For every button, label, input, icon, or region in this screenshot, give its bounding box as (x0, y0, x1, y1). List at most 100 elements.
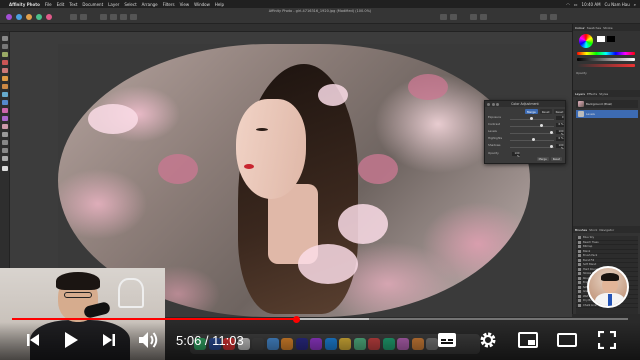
tab-effects[interactable]: Effects (587, 92, 597, 96)
reset-button[interactable]: Reset (550, 157, 562, 161)
menubar-clock[interactable]: 10:40 AM (582, 2, 601, 7)
arrange-icon[interactable] (540, 14, 547, 20)
crop-tool-icon[interactable] (2, 52, 8, 57)
row-value[interactable]: 100 % (556, 144, 564, 150)
previous-icon[interactable] (22, 328, 44, 352)
dodge-brush-icon[interactable] (2, 124, 8, 129)
quick-mask-icon[interactable] (470, 14, 477, 20)
progress-bar[interactable] (12, 315, 628, 323)
secondary-color-swatch[interactable] (607, 36, 615, 42)
auto-colors-icon[interactable] (120, 14, 127, 20)
tab-stock[interactable]: Stock (589, 228, 597, 232)
layer-row[interactable]: Background (Pixel) (576, 100, 638, 108)
slider-knob[interactable] (550, 131, 553, 134)
tab-layers[interactable]: Layers (575, 92, 585, 96)
paint-brush-icon[interactable] (2, 76, 8, 81)
merge-button[interactable]: Merge (536, 157, 549, 161)
row-value[interactable]: 100 % (556, 130, 564, 136)
row-value[interactable]: 0 % (556, 137, 564, 141)
wifi-icon[interactable]: ◠ (566, 2, 570, 7)
tone-mapping-persona-icon[interactable] (36, 14, 42, 20)
transform-icon[interactable] (550, 14, 557, 20)
slider-knob[interactable] (532, 138, 535, 141)
undo-icon[interactable] (70, 14, 77, 20)
levels-slider[interactable] (510, 131, 554, 134)
healing-brush-icon[interactable] (2, 116, 8, 121)
auto-levels-icon[interactable] (100, 14, 107, 20)
play-icon[interactable] (60, 328, 82, 352)
tab-reset-2[interactable]: Reset (553, 109, 566, 114)
exposure-slider[interactable] (510, 117, 554, 120)
row-value[interactable]: 0 (556, 116, 564, 120)
move-tool-icon[interactable] (2, 36, 8, 41)
menu-edit[interactable]: Edit (57, 2, 65, 7)
menu-file[interactable]: File (45, 2, 52, 7)
contrast-slider[interactable] (510, 124, 554, 127)
text-tool-icon[interactable] (2, 156, 8, 161)
shape-tool-icon[interactable] (2, 148, 8, 153)
menu-app-name[interactable]: Affinity Photo (9, 2, 40, 7)
clone-brush-icon[interactable] (2, 108, 8, 113)
primary-color-swatch[interactable] (597, 36, 605, 42)
dialog-titlebar[interactable]: Color Adjustment (485, 101, 565, 107)
menu-view[interactable]: View (180, 2, 190, 7)
tab-styles[interactable]: Styles (599, 92, 608, 96)
selection-icon[interactable] (480, 14, 487, 20)
menu-select[interactable]: Select (124, 2, 136, 7)
pen-tool-icon[interactable] (2, 140, 8, 145)
auto-contrast-icon[interactable] (110, 14, 117, 20)
tab-colour[interactable]: Colour (575, 26, 585, 30)
slider-knob[interactable] (540, 124, 543, 127)
menu-text[interactable]: Text (69, 2, 77, 7)
flood-fill-icon[interactable] (2, 92, 8, 97)
slider-knob[interactable] (530, 117, 533, 120)
menu-window[interactable]: Window (194, 2, 210, 7)
row-value[interactable]: 0 % (556, 123, 564, 127)
channel-avatar[interactable] (587, 266, 629, 308)
color-wheel-icon[interactable] (579, 34, 593, 48)
tab-swatches[interactable]: Swatches (587, 26, 601, 30)
layer-row-selected[interactable]: Levels (576, 110, 638, 118)
marquee-tool-icon[interactable] (2, 68, 8, 73)
selection-brush-icon[interactable] (2, 60, 8, 65)
develop-persona-icon[interactable] (26, 14, 32, 20)
hue-slider[interactable] (577, 52, 635, 55)
menu-help[interactable]: Help (215, 2, 224, 7)
theater-mode-icon[interactable] (556, 328, 578, 352)
tab-brushes[interactable]: Brushes (575, 228, 587, 232)
smudge-brush-icon[interactable] (2, 132, 8, 137)
volume-icon[interactable] (138, 328, 160, 352)
saturation-slider[interactable] (577, 58, 635, 61)
menubar-user[interactable]: Cu Nam Hau (605, 2, 630, 7)
battery-icon[interactable]: ▭ (574, 2, 578, 7)
color-well-icon[interactable] (2, 166, 8, 171)
tab-stroke[interactable]: Stroke (603, 26, 613, 30)
search-icon[interactable]: ⌕ (634, 2, 636, 7)
auto-white-balance-icon[interactable] (130, 14, 137, 20)
fullscreen-icon[interactable] (596, 328, 618, 352)
tab-merge[interactable]: Merge (525, 109, 538, 114)
gradient-tool-icon[interactable] (2, 100, 8, 105)
assistant-icon[interactable] (450, 14, 457, 20)
export-persona-icon[interactable] (46, 14, 52, 20)
tab-navigator[interactable]: Navigator (599, 228, 614, 232)
snapping-icon[interactable] (440, 14, 447, 20)
view-tool-icon[interactable] (2, 44, 8, 49)
erase-brush-icon[interactable] (2, 84, 8, 89)
menu-arrange[interactable]: Arrange (142, 2, 158, 7)
menu-document[interactable]: Document (82, 2, 103, 7)
photo-persona-icon[interactable] (6, 14, 12, 20)
menu-filters[interactable]: Filters (163, 2, 175, 7)
slider-knob[interactable] (550, 145, 553, 148)
shadows-slider[interactable] (510, 145, 554, 148)
redo-icon[interactable] (80, 14, 87, 20)
liquify-persona-icon[interactable] (16, 14, 22, 20)
value-slider[interactable] (577, 64, 635, 67)
settings-gear-icon[interactable] (477, 328, 499, 352)
miniplayer-icon[interactable] (517, 328, 539, 352)
next-icon[interactable] (98, 328, 120, 352)
tab-reset[interactable]: Reset (539, 109, 552, 114)
highlights-slider[interactable] (510, 138, 554, 141)
row-value[interactable]: 100 % (512, 152, 520, 158)
subtitles-icon[interactable] (436, 328, 458, 352)
